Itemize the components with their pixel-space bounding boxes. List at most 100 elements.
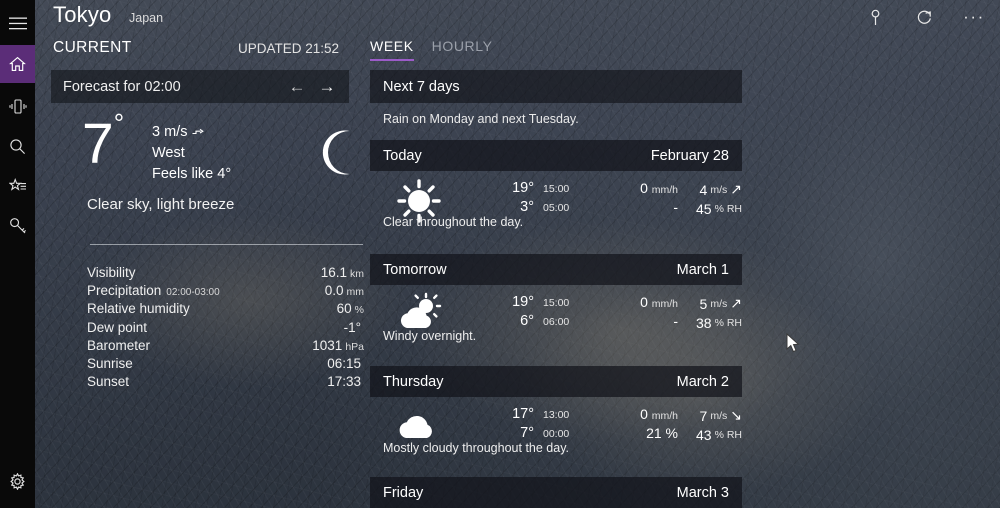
- detail-row: Barometer 1031 hPa: [87, 338, 364, 356]
- forecast-tabs: WEEK HOURLY: [370, 38, 493, 61]
- mouse-pointer-icon: [786, 332, 800, 353]
- day-card-today[interactable]: Today February 28 19° 15:00 3° 05:00 0 m…: [370, 140, 742, 233]
- day-precipitation: 0 mm/h 21 %: [576, 406, 678, 444]
- detail-sublabel: 02:00-03:00: [166, 287, 220, 299]
- day-high-temp: 17°: [512, 406, 534, 422]
- day-precip-amount: 0: [640, 294, 648, 310]
- sidebar-item-keys[interactable]: [0, 209, 35, 243]
- day-precipitation: 0 mm/h -: [576, 180, 678, 218]
- detail-label: Relative humidity: [87, 301, 190, 317]
- day-header: Thursday March 2: [370, 366, 742, 397]
- day-card-thursday[interactable]: Thursday March 2 17° 13:00 7° 00:00 0 mm…: [370, 366, 742, 459]
- day-wind: 5 m/s ↗ 38 % RH: [670, 294, 742, 332]
- wind-direction-arrow-icon: ↘: [730, 407, 742, 423]
- day-low-time: 06:00: [543, 316, 570, 328]
- day-humidity: 45: [696, 200, 712, 217]
- day-date: February 28: [650, 147, 729, 164]
- refresh-icon: [917, 10, 931, 24]
- day-low-time: 00:00: [543, 428, 570, 440]
- current-temperature-value: 7: [82, 112, 114, 176]
- feels-like-label: Feels like 4°: [152, 166, 232, 182]
- day-header: Tomorrow March 1: [370, 254, 742, 285]
- detail-label: Dew point: [87, 319, 148, 335]
- sidebar-item-menu[interactable]: [0, 6, 35, 40]
- day-body: 19° 15:00 3° 05:00 0 mm/h - 4 m/s ↗ 45 %…: [370, 171, 742, 233]
- degree-symbol: °: [113, 108, 125, 139]
- day-description: Mostly cloudy throughout the day.: [383, 441, 569, 455]
- day-humidity-unit: % RH: [714, 428, 742, 441]
- day-body: 17° 13:00 7° 00:00 0 mm/h 21 % 7 m/s ↘ 4…: [370, 397, 742, 459]
- next-7-days-bar: Next 7 days: [370, 70, 742, 103]
- sidebar-item-home[interactable]: [0, 45, 35, 83]
- gear-icon: [10, 472, 25, 490]
- day-wind-speed: 4: [699, 181, 708, 198]
- day-name: Today: [383, 147, 422, 164]
- moon-icon: [322, 130, 350, 175]
- key-icon: [9, 218, 26, 234]
- previous-hour-button[interactable]: ←: [287, 77, 307, 97]
- refresh-button[interactable]: [912, 5, 936, 29]
- day-header: Today February 28: [370, 140, 742, 171]
- detail-value: 16.1: [320, 265, 347, 280]
- current-condition-icon: [310, 125, 365, 185]
- day-description: Windy overnight.: [383, 329, 477, 343]
- next-7-days-label: Next 7 days: [383, 78, 460, 95]
- tab-hourly[interactable]: HOURLY: [432, 38, 493, 61]
- day-humidity-unit: % RH: [714, 316, 742, 329]
- day-description: Clear throughout the day.: [383, 215, 524, 229]
- more-options-button[interactable]: ···: [962, 5, 986, 29]
- forecast-time-bar: Forecast for 02:00 ← →: [51, 70, 349, 103]
- forecast-note: Rain on Monday and next Tuesday.: [383, 112, 579, 126]
- pin-icon: [871, 9, 879, 25]
- star-list-icon: [8, 177, 26, 191]
- current-summary: Clear sky, light breeze: [87, 196, 235, 213]
- day-card-friday[interactable]: Friday March 3: [370, 477, 742, 508]
- day-name: Tomorrow: [383, 261, 447, 278]
- pin-button[interactable]: [863, 5, 887, 29]
- tab-week[interactable]: WEEK: [370, 38, 414, 61]
- wind-direction-arrow-icon: ↗: [730, 295, 742, 311]
- detail-row: Precipitation 02:00-03:00 0.0 mm: [87, 283, 364, 301]
- day-body: 19° 15:00 6° 06:00 0 mm/h - 5 m/s ↗ 38 %…: [370, 285, 742, 347]
- detail-row: Sunrise 06:15: [87, 356, 364, 374]
- wind-direction-arrow-icon: [192, 128, 205, 135]
- detail-value: 0.0: [324, 283, 344, 299]
- detail-label: Sunset: [87, 374, 130, 390]
- detail-label: Barometer: [87, 337, 151, 353]
- detail-row: Sunset 17:33: [87, 374, 364, 392]
- day-wind-speed: 7: [699, 407, 708, 424]
- detail-unit: km: [350, 268, 364, 280]
- day-wind: 4 m/s ↗ 45 % RH: [670, 180, 742, 218]
- next-hour-button[interactable]: →: [317, 77, 337, 97]
- day-low-temp: 3°: [520, 199, 534, 215]
- sidebar-item-settings[interactable]: [0, 464, 35, 498]
- forecast-for-label: Forecast for 02:00: [63, 78, 181, 95]
- day-precipitation: 0 mm/h -: [576, 294, 678, 332]
- day-precip-amount: 0: [640, 406, 648, 422]
- day-card-tomorrow[interactable]: Tomorrow March 1 19° 15:00 6° 06:00 0 mm…: [370, 254, 742, 347]
- day-date: March 1: [676, 261, 729, 278]
- sidebar: [0, 0, 35, 508]
- day-date: March 2: [676, 373, 729, 390]
- sidebar-item-devices[interactable]: [0, 89, 35, 123]
- sidebar-item-search[interactable]: [0, 129, 35, 163]
- titlebar: Tokyo Japan ···: [35, 0, 1000, 34]
- wind-direction-arrow-icon: ↗: [730, 181, 742, 197]
- country-label: Japan: [129, 11, 164, 25]
- day-wind-unit: m/s: [710, 409, 728, 422]
- day-date: March 3: [676, 484, 729, 501]
- page-title: Tokyo: [53, 2, 112, 27]
- day-high-temp: 19°: [512, 294, 534, 310]
- hamburger-icon: [8, 17, 27, 29]
- day-low-temp: 6°: [520, 313, 534, 329]
- detail-label: Visibility: [87, 265, 136, 280]
- detail-label: Precipitation: [87, 283, 162, 299]
- day-wind-speed: 5: [699, 295, 708, 312]
- day-low-temp: 7°: [520, 425, 534, 441]
- sidebar-item-favorites[interactable]: [0, 169, 35, 203]
- detail-row: Visibility 16.1 km: [87, 265, 364, 283]
- home-icon: [9, 56, 26, 71]
- day-high-temp: 19°: [512, 180, 534, 196]
- detail-value: 06:15: [327, 355, 361, 371]
- day-high-time: 15:00: [543, 183, 570, 195]
